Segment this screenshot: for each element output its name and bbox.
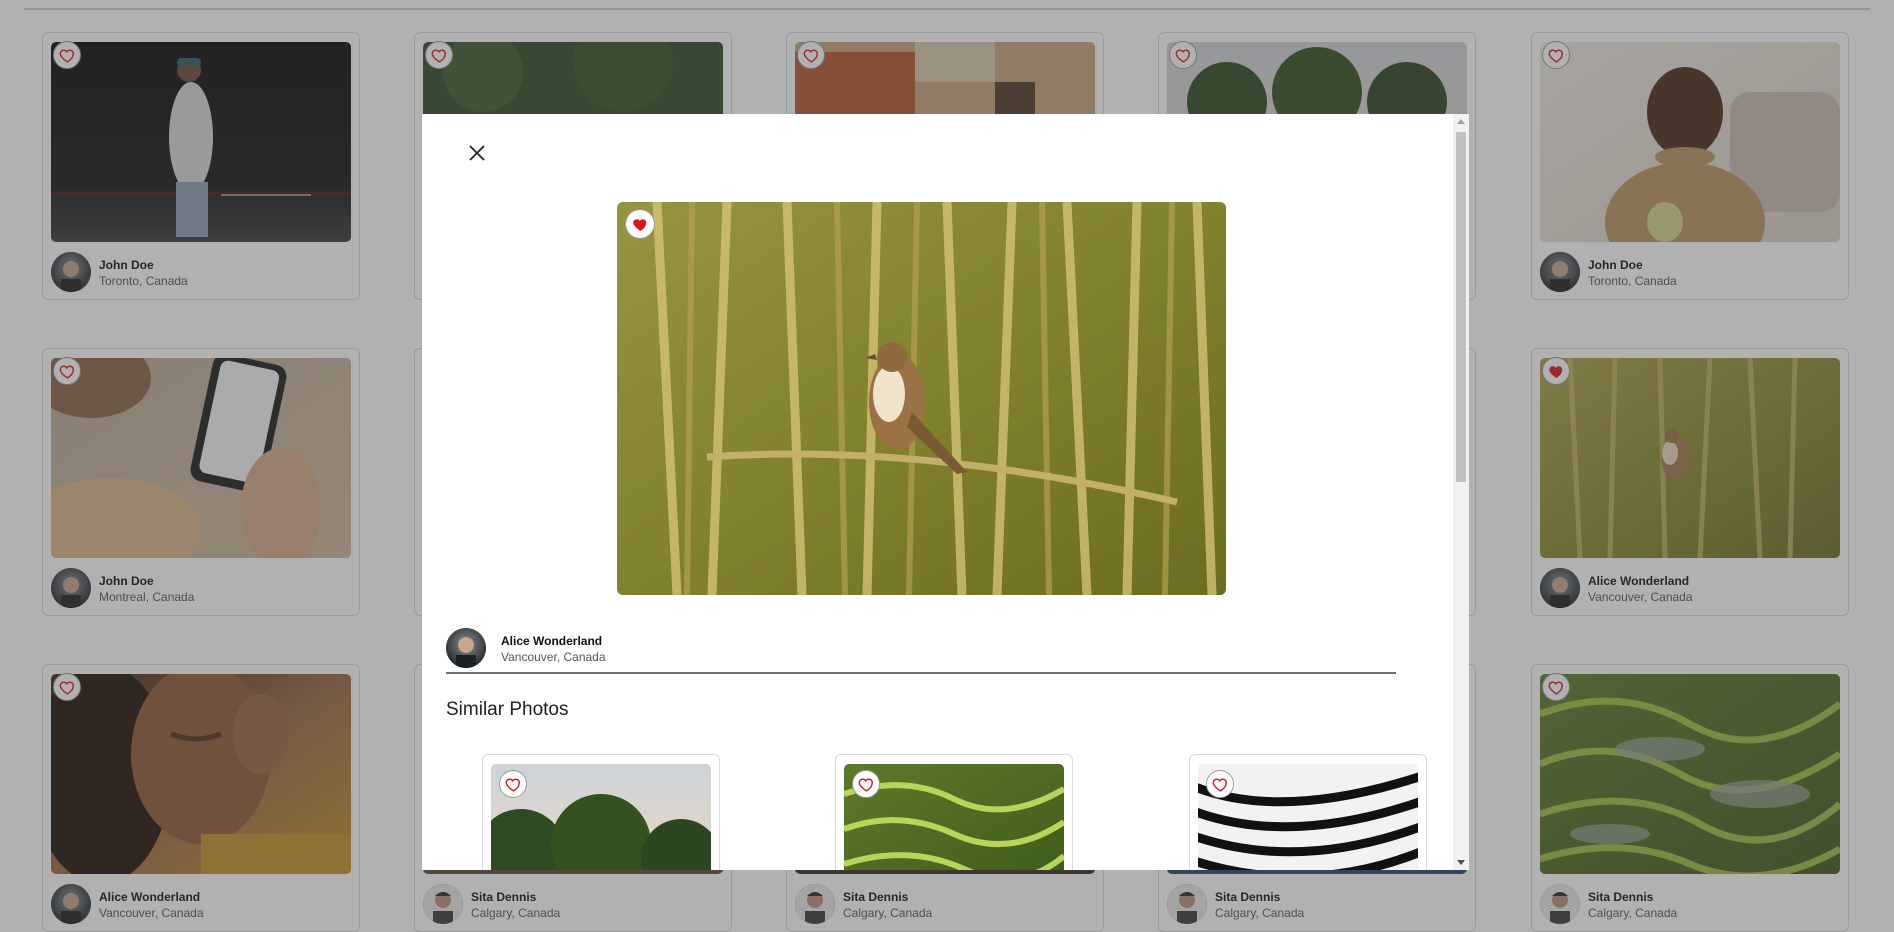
like-button[interactable]: [852, 770, 880, 798]
photo-modal: Alice Wonderland Vancouver, Canada Simil…: [422, 114, 1469, 870]
heart-outline-icon: [1212, 777, 1227, 792]
scroll-down-icon[interactable]: [1457, 860, 1465, 865]
scroll-thumb[interactable]: [1456, 132, 1466, 482]
similar-photo-card[interactable]: [1189, 754, 1427, 870]
author-location: Vancouver, Canada: [501, 650, 606, 664]
modal-scrollbar[interactable]: [1453, 114, 1469, 870]
similar-photo-card[interactable]: [482, 754, 720, 870]
avatar[interactable]: [446, 628, 486, 668]
similar-photos-heading: Similar Photos: [446, 699, 569, 720]
main-photo[interactable]: [617, 202, 1226, 595]
scroll-up-icon[interactable]: [1457, 119, 1465, 124]
heart-outline-icon: [505, 777, 520, 792]
like-button[interactable]: [625, 209, 655, 239]
close-button[interactable]: [462, 138, 492, 168]
author-name[interactable]: Alice Wonderland: [501, 634, 602, 648]
heart-outline-icon: [858, 777, 873, 792]
like-button[interactable]: [1206, 770, 1234, 798]
close-icon: [469, 145, 485, 161]
heart-filled-icon: [632, 218, 646, 231]
like-button[interactable]: [499, 770, 527, 798]
similar-photo-card[interactable]: [835, 754, 1073, 870]
author-divider: [446, 672, 1396, 674]
author-info: Alice Wonderland Vancouver, Canada: [446, 628, 1396, 668]
